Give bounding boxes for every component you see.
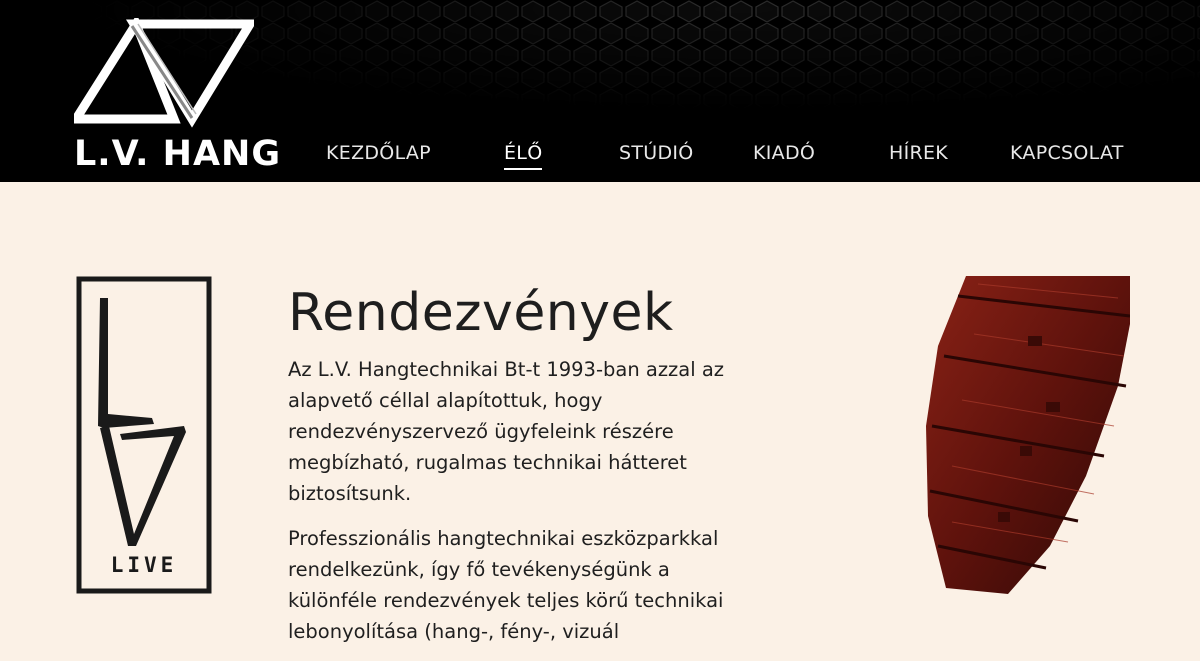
lv-live-badge: LIVE (76, 276, 212, 594)
speaker-line-array-image (926, 276, 1130, 594)
paragraph-1: Az L.V. Hangtechnikai Bt-t 1993-ban azza… (288, 358, 725, 505)
lv-hang-logo[interactable]: L.V. HANG (74, 18, 280, 174)
nav-item-kapcsolat[interactable]: KAPCSOLAT (1010, 142, 1124, 164)
paragraph-2: Professzionális hangtechnikai eszközpark… (288, 527, 724, 643)
site-header: L.V. HANG KEZDŐLAP ÉLŐ STÚDIÓ KIADÓ HÍRE… (0, 0, 1200, 182)
nav-item-hirek[interactable]: HÍREK (889, 142, 948, 164)
nav-item-kiado[interactable]: KIADÓ (753, 142, 815, 164)
nav-item-studio[interactable]: STÚDIÓ (619, 142, 694, 164)
main-content: Rendezvények Az L.V. Hangtechnikai Bt-t … (288, 282, 748, 661)
main-nav: KEZDŐLAP ÉLŐ STÚDIÓ KIADÓ HÍREK KAPCSOLA… (0, 142, 1200, 172)
nav-item-elo[interactable]: ÉLŐ (504, 142, 543, 170)
page-title: Rendezvények (288, 283, 674, 343)
live-label: LIVE (111, 553, 178, 577)
logo-triangle-icon (74, 18, 254, 128)
nav-item-kezdolap[interactable]: KEZDŐLAP (326, 142, 431, 164)
